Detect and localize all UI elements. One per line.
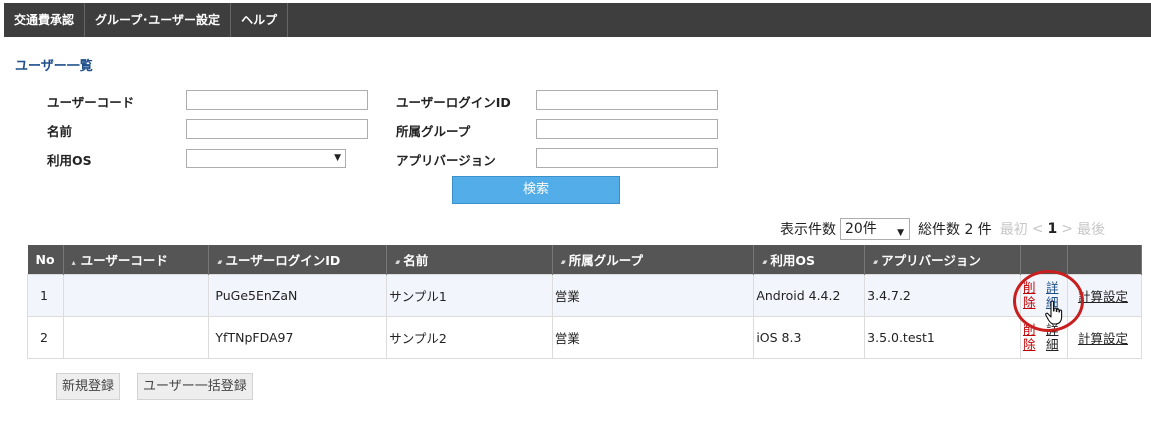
cell-app-version: 3.4.7.2	[864, 273, 1021, 317]
new-register-button[interactable]: 新規登録	[56, 373, 121, 400]
table-row: 1 PuGe5EnZaN サンプル1 営業 Android 4.4.2 3.4.…	[27, 273, 1143, 317]
first-page-link[interactable]: 最初	[1000, 219, 1028, 239]
search-button[interactable]: 検索	[452, 176, 620, 204]
bulk-register-button[interactable]: ユーザー一括登録	[137, 373, 253, 400]
cell-name: サンプル2	[386, 315, 553, 359]
login-id-input[interactable]	[536, 90, 718, 110]
per-page-value: 20件	[845, 221, 877, 237]
cell-os: iOS 8.3	[753, 315, 866, 359]
user-code-label: ユーザーコード	[47, 95, 135, 110]
current-page: 1	[1047, 221, 1058, 237]
chevron-down-icon: ▼	[334, 153, 341, 163]
cell-group: 営業	[551, 315, 755, 359]
col-header-group[interactable]: 所属グループ	[552, 245, 755, 274]
cell-user-code	[62, 273, 210, 317]
calc-settings-link[interactable]: 計算設定	[1078, 331, 1128, 346]
cell-user-code	[62, 315, 210, 359]
table-header-row: No ユーザーコード ユーザーログインID 名前 所属グループ 利用OS アプリ…	[27, 245, 1143, 274]
cell-name: サンプル1	[386, 273, 553, 317]
col-header-app-version[interactable]: アプリバージョン	[864, 245, 1021, 274]
hand-pointer-icon	[1045, 300, 1063, 325]
cell-login-id: PuGe5EnZaN	[208, 273, 388, 317]
group-input[interactable]	[536, 119, 718, 139]
cell-no: 2	[27, 315, 64, 359]
cell-no: 1	[27, 273, 64, 317]
col-header-user-code[interactable]: ユーザーコード	[63, 245, 210, 274]
cell-settings: 計算設定	[1066, 315, 1143, 359]
login-id-label: ユーザーログインID	[396, 95, 511, 110]
next-page-link[interactable]: >	[1061, 221, 1073, 237]
nav-item-group-user-settings[interactable]: グループ･ユーザー設定	[85, 3, 232, 37]
name-label: 名前	[47, 124, 73, 139]
app-version-label: アプリバージョン	[396, 153, 496, 168]
per-page-label: 表示件数	[780, 222, 836, 238]
total-count: 総件数 2 件	[918, 222, 992, 238]
cell-login-id: YfTNpFDA97	[208, 315, 388, 359]
user-code-input[interactable]	[186, 90, 368, 110]
os-label: 利用OS	[47, 153, 92, 168]
per-page-select[interactable]: 20件 ▼	[840, 218, 910, 240]
calc-settings-link[interactable]: 計算設定	[1078, 289, 1128, 304]
col-header-name[interactable]: 名前	[386, 245, 553, 274]
cell-os: Android 4.4.2	[753, 273, 866, 317]
table-row: 2 YfTNpFDA97 サンプル2 営業 iOS 8.3 3.5.0.test…	[27, 315, 1143, 359]
col-header-settings	[1067, 245, 1143, 274]
pager: 表示件数 20件 ▼ 総件数 2 件 最初 < 1 > 最後	[780, 217, 1105, 241]
col-header-os[interactable]: 利用OS	[753, 245, 866, 274]
cell-group: 営業	[551, 273, 755, 317]
nav-item-expense-approval[interactable]: 交通費承認	[4, 3, 86, 37]
app-version-input[interactable]	[536, 148, 718, 168]
nav-item-help[interactable]: ヘルプ	[231, 3, 289, 37]
col-header-login-id[interactable]: ユーザーログインID	[208, 245, 388, 274]
chevron-down-icon: ▼	[897, 228, 904, 238]
col-header-no: No	[27, 245, 64, 274]
users-table: No ユーザーコード ユーザーログインID 名前 所属グループ 利用OS アプリ…	[27, 245, 1143, 359]
name-input[interactable]	[186, 119, 368, 139]
os-select[interactable]: ▼	[186, 149, 346, 168]
prev-page-link[interactable]: <	[1032, 221, 1044, 237]
last-page-link[interactable]: 最後	[1077, 219, 1105, 239]
cell-app-version: 3.5.0.test1	[864, 315, 1021, 359]
group-label: 所属グループ	[396, 124, 471, 139]
top-nav: 交通費承認 グループ･ユーザー設定 ヘルプ	[4, 3, 1151, 37]
page-title: ユーザー一覧	[15, 59, 93, 74]
